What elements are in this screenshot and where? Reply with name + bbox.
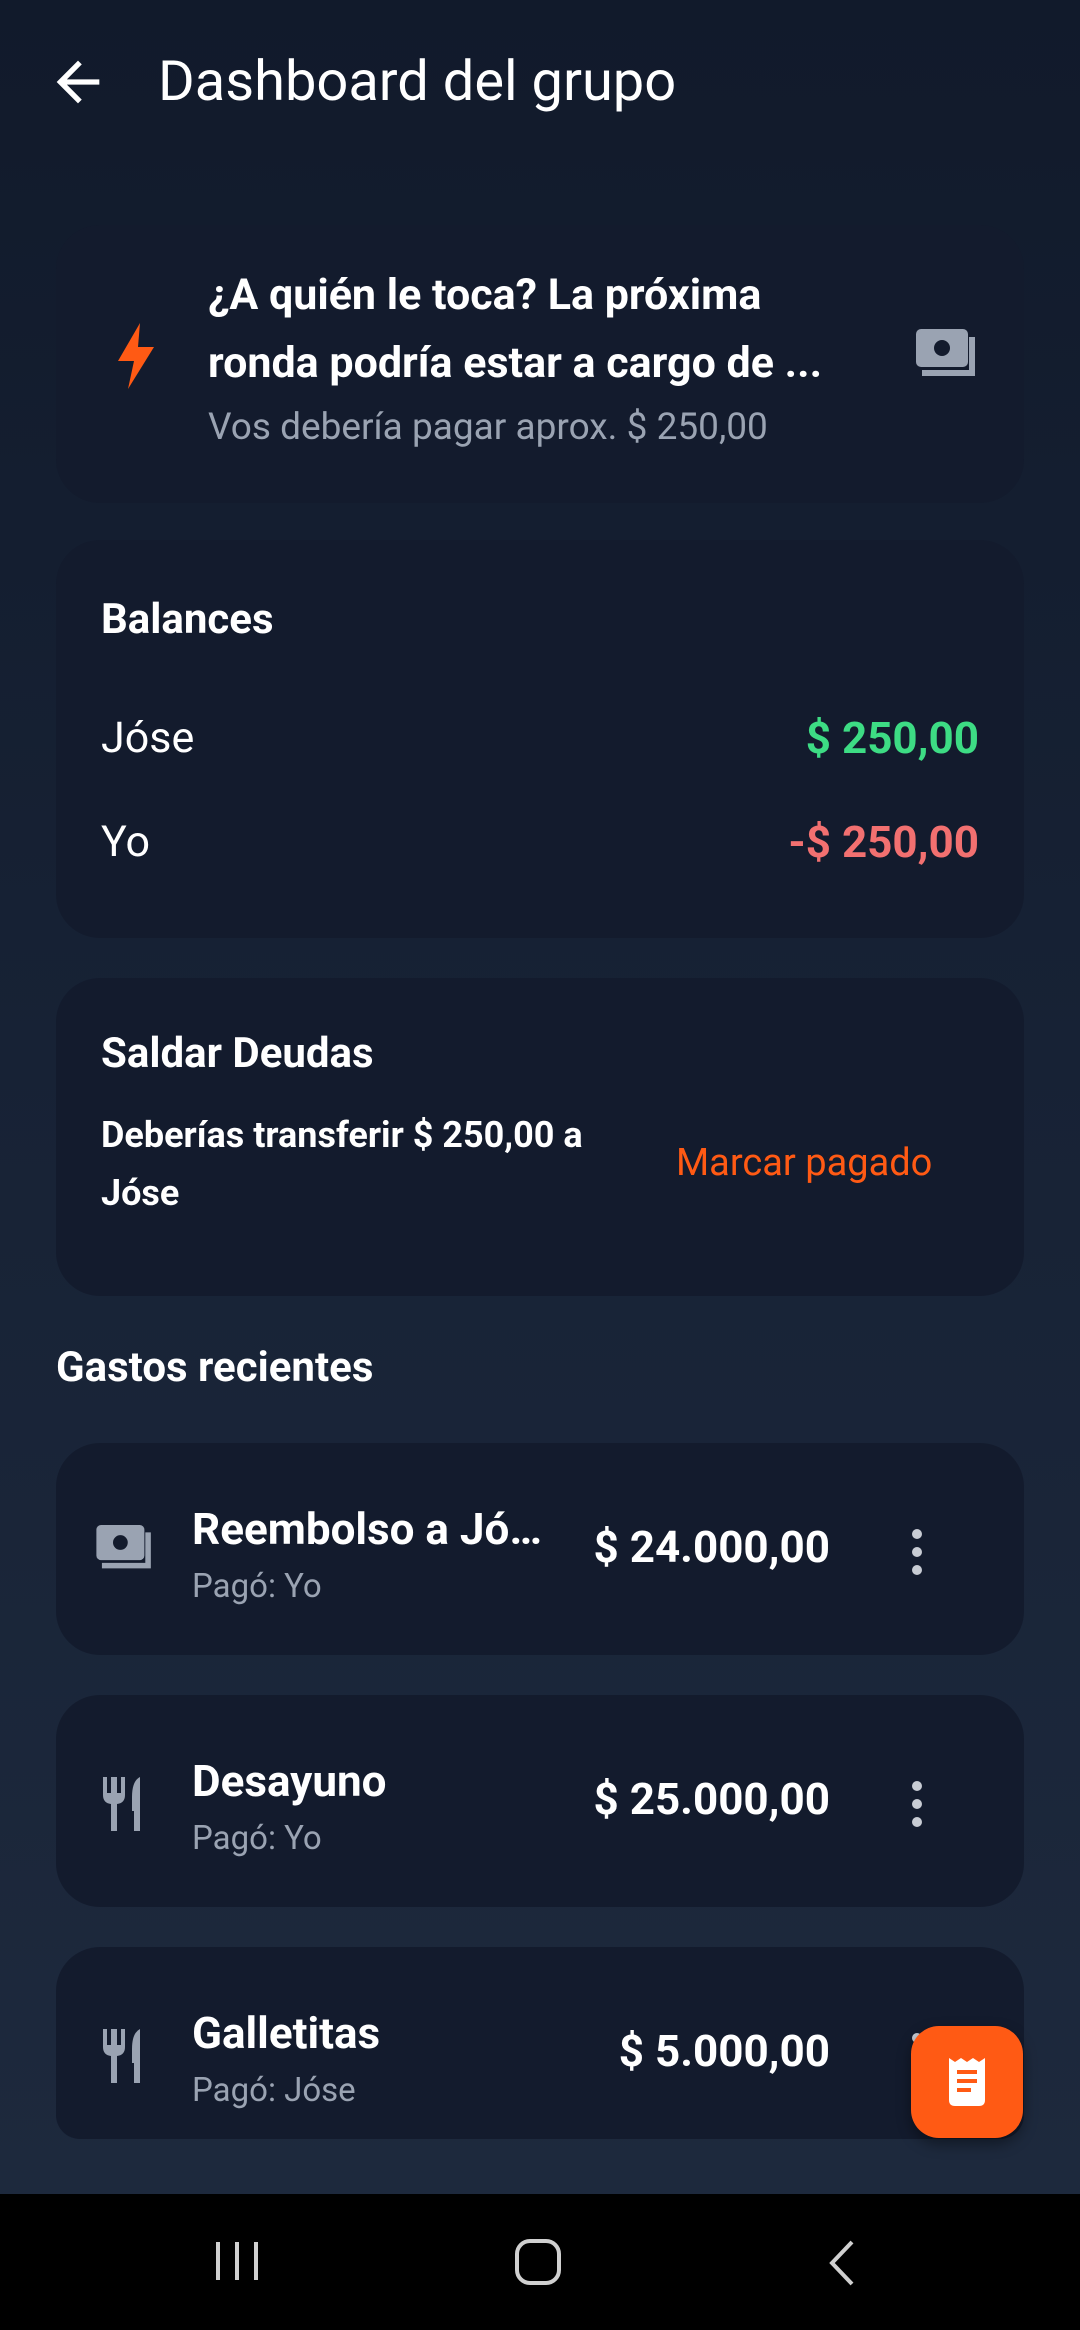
expense-payer: Pagó: Jóse	[192, 2071, 356, 2110]
app-bar: Dashboard del grupo	[0, 0, 1080, 160]
settle-card: Saldar Deudas Deberías transferir $ 250,…	[56, 978, 1024, 1296]
money-icon	[96, 1525, 154, 1573]
balances-card: Balances Jóse $ 250,00 Yo -$ 250,00	[56, 540, 1024, 938]
expense-item[interactable]: Reembolso a Jó… Pagó: Yo $ 24.000,00	[56, 1443, 1024, 1655]
balance-row: Jóse $ 250,00	[101, 708, 979, 768]
page-title: Dashboard del grupo	[158, 48, 677, 114]
more-options-icon[interactable]	[912, 1529, 922, 1583]
money-icon	[916, 329, 978, 381]
recent-apps-icon[interactable]	[214, 2238, 260, 2284]
turn-title-line2: ronda podría estar a cargo de ...	[208, 338, 823, 388]
turn-card[interactable]: ¿A quién le toca? La próxima ronda podrí…	[56, 225, 1024, 503]
expense-payer: Pagó: Yo	[192, 1567, 322, 1606]
expense-item[interactable]: Galletitas Pagó: Jóse $ 5.000,00	[56, 1947, 1024, 2139]
expense-item[interactable]: Desayuno Pagó: Yo $ 25.000,00	[56, 1695, 1024, 1907]
more-options-icon[interactable]	[912, 1781, 922, 1835]
settle-title: Saldar Deudas	[101, 1029, 374, 1078]
utensils-icon	[100, 1777, 150, 1831]
receipt-icon	[939, 2054, 995, 2110]
home-icon[interactable]	[514, 2238, 562, 2286]
utensils-icon	[100, 2029, 150, 2083]
settle-text-line1: Deberías transferir $ 250,00 a	[101, 1114, 583, 1156]
expense-name: Desayuno	[192, 1755, 387, 1807]
back-arrow-icon[interactable]	[46, 50, 110, 114]
expense-amount: $ 25.000,00	[593, 1773, 830, 1825]
expense-name: Galletitas	[192, 2007, 381, 2059]
balance-amount: $ 250,00	[805, 712, 979, 764]
mark-paid-button[interactable]: Marcar pagado	[676, 1136, 932, 1190]
balance-name: Yo	[101, 817, 150, 867]
recent-title: Gastos recientes	[56, 1343, 374, 1392]
expense-payer: Pagó: Yo	[192, 1819, 322, 1858]
add-expense-fab[interactable]	[911, 2026, 1023, 2138]
balance-name: Jóse	[101, 713, 195, 763]
balance-row: Yo -$ 250,00	[101, 812, 979, 872]
expense-name: Reembolso a Jó…	[192, 1503, 542, 1555]
expense-amount: $ 24.000,00	[593, 1521, 830, 1573]
balance-amount: -$ 250,00	[788, 816, 979, 868]
turn-title-line1: ¿A quién le toca? La próxima	[208, 270, 762, 320]
expense-amount: $ 5.000,00	[618, 2025, 830, 2077]
balances-title: Balances	[101, 595, 274, 644]
settle-text-line2: Jóse	[101, 1172, 180, 1214]
nav-back-icon[interactable]	[826, 2238, 858, 2288]
bolt-icon	[116, 323, 156, 389]
system-nav-bar	[0, 2194, 1080, 2330]
turn-subtitle: Vos debería pagar aprox. $ 250,00	[208, 406, 768, 449]
